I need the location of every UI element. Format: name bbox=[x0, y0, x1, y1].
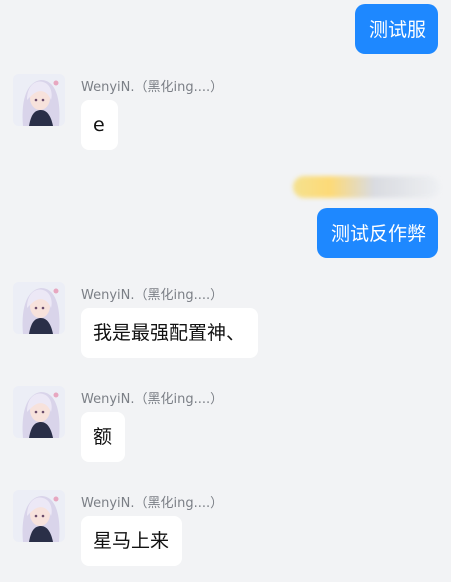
chat-thread: 测试服 WenyiN.（黑化ing....） e 测试反作弊 WenyiN.（黑… bbox=[0, 0, 451, 582]
sender-name: WenyiN.（黑化ing....） bbox=[81, 80, 224, 95]
message-text: 星马上来 bbox=[93, 530, 170, 552]
redacted-sender-name bbox=[293, 176, 440, 198]
sender-name: WenyiN.（黑化ing....） bbox=[81, 392, 224, 407]
anime-girl-avatar-icon bbox=[13, 282, 65, 334]
message-text: 我是最强配置神、 bbox=[93, 322, 246, 344]
sender-avatar[interactable] bbox=[13, 282, 65, 334]
outgoing-message-bubble[interactable]: 测试反作弊 bbox=[316, 208, 438, 258]
message-text: 测试服 bbox=[368, 19, 426, 41]
incoming-message-bubble[interactable]: 我是最强配置神、 bbox=[81, 308, 259, 358]
incoming-message-bubble[interactable]: 额 bbox=[81, 412, 126, 462]
message-text: 测试反作弊 bbox=[330, 223, 426, 245]
message-text: e bbox=[93, 114, 105, 136]
sender-name: WenyiN.（黑化ing....） bbox=[81, 288, 224, 303]
sender-avatar[interactable] bbox=[13, 386, 65, 438]
anime-girl-avatar-icon bbox=[13, 386, 65, 438]
incoming-message-bubble[interactable]: 星马上来 bbox=[81, 516, 183, 566]
anime-girl-avatar-icon bbox=[13, 490, 65, 542]
message-text: 额 bbox=[93, 426, 113, 448]
incoming-message-bubble[interactable]: e bbox=[81, 100, 118, 150]
anime-girl-avatar-icon bbox=[13, 74, 65, 126]
outgoing-message-bubble[interactable]: 测试服 bbox=[354, 4, 438, 54]
sender-name: WenyiN.（黑化ing....） bbox=[81, 496, 224, 511]
sender-avatar[interactable] bbox=[13, 490, 65, 542]
sender-avatar[interactable] bbox=[13, 74, 65, 126]
